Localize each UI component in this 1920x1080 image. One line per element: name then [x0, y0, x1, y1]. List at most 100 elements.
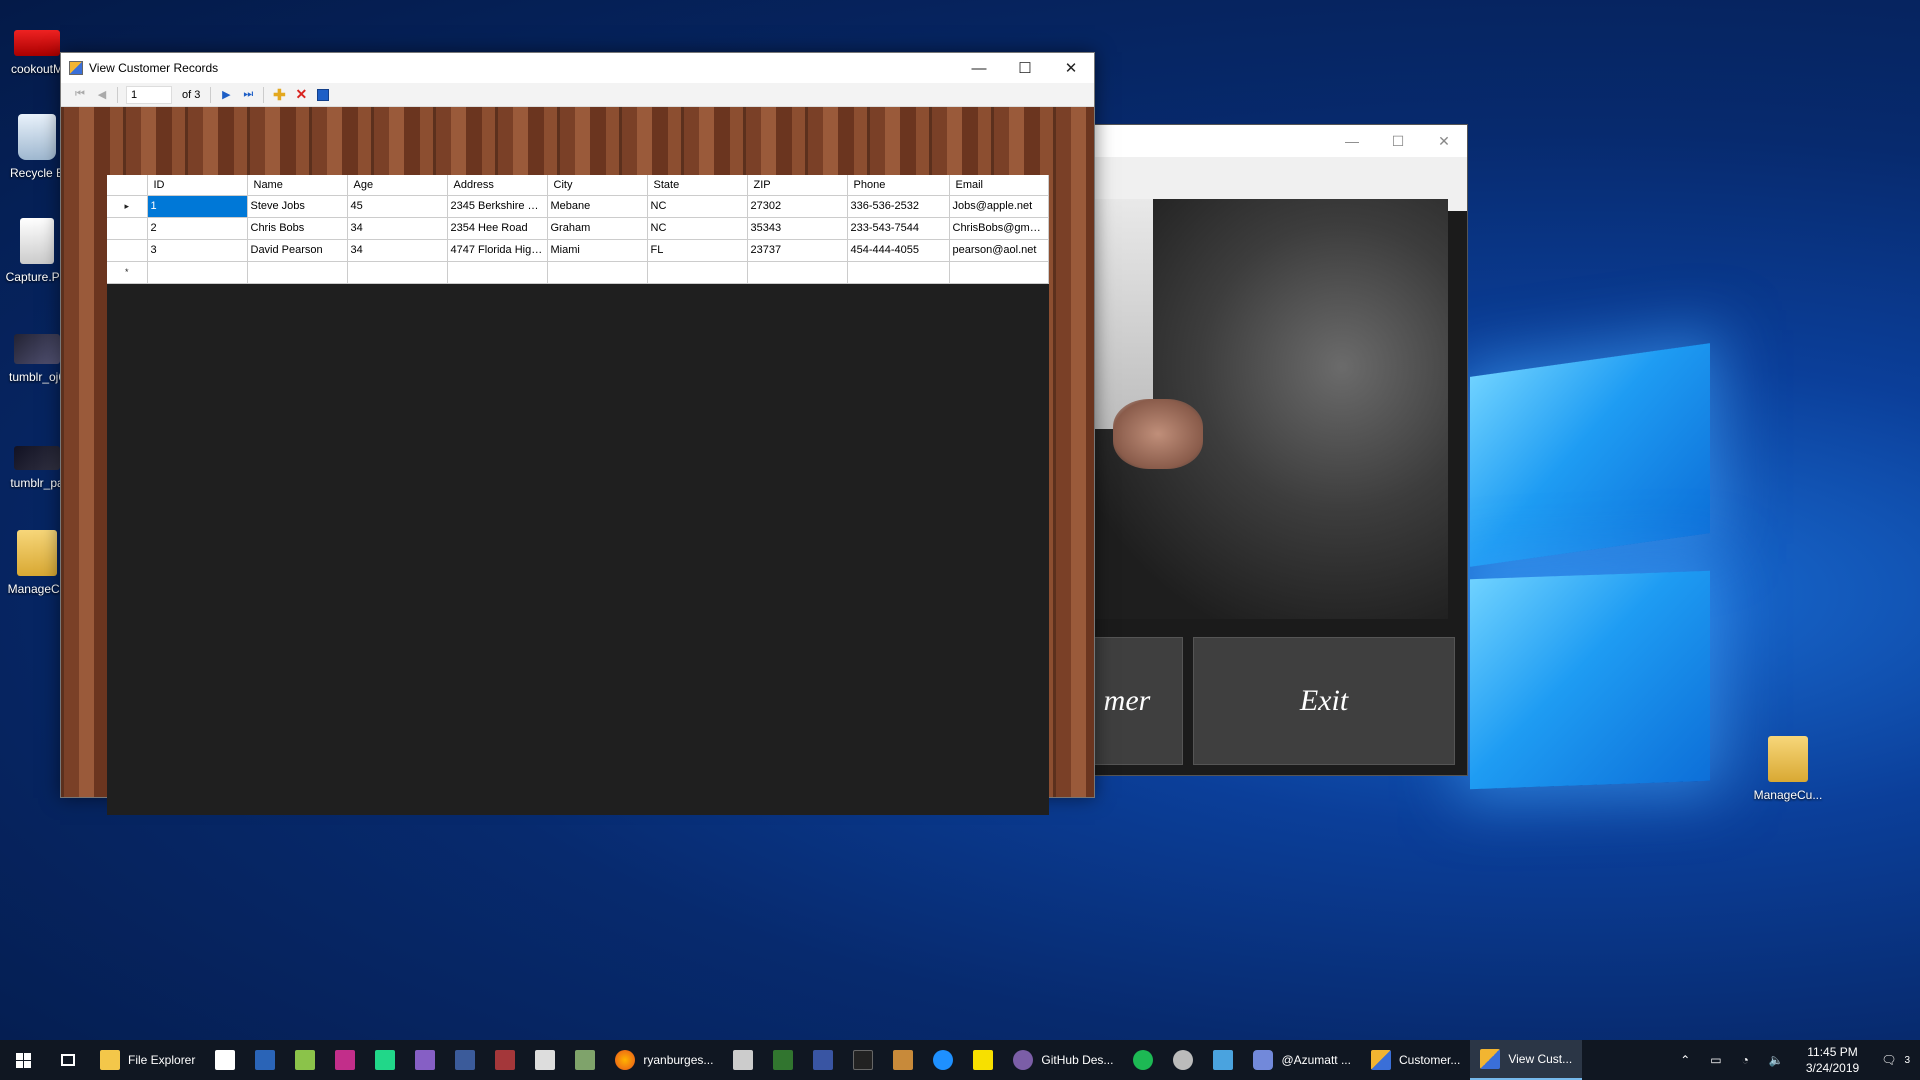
cell-age[interactable]: 34: [347, 217, 448, 240]
taskbar-calculator[interactable]: [723, 1040, 763, 1080]
taskbar-spotify[interactable]: [1123, 1040, 1163, 1080]
taskbar-terminal[interactable]: [843, 1040, 883, 1080]
window-titlebar[interactable]: View Customer Records — ☐ ✕: [61, 53, 1094, 83]
column-header-address[interactable]: Address: [447, 175, 548, 196]
taskbar-app-tool[interactable]: [883, 1040, 923, 1080]
desktop-icon-managecustomer-right[interactable]: ManageCu...: [1748, 736, 1828, 802]
cell-phone[interactable]: [847, 261, 950, 284]
cell-city[interactable]: Graham: [547, 217, 648, 240]
cell-email[interactable]: ChrisBobs@gmail...: [949, 217, 1049, 240]
minimize-button[interactable]: —: [1329, 125, 1375, 157]
cell-name[interactable]: David Pearson: [247, 239, 348, 262]
column-header-age[interactable]: Age: [347, 175, 448, 196]
cell-city[interactable]: Mebane: [547, 195, 648, 218]
row-header-corner[interactable]: [107, 175, 148, 196]
show-hidden-icons[interactable]: ⌃: [1670, 1040, 1700, 1080]
cell-name[interactable]: Steve Jobs: [247, 195, 348, 218]
cell-zip[interactable]: 23737: [747, 239, 848, 262]
wifi-icon[interactable]: ◔: [1732, 1040, 1759, 1080]
cell-state[interactable]: NC: [647, 195, 748, 218]
add-new-icon[interactable]: ✚: [268, 85, 290, 105]
taskbar-customer-app[interactable]: Customer...: [1361, 1040, 1470, 1080]
new-row-marker[interactable]: *: [107, 261, 148, 284]
taskbar-firefox[interactable]: ryanburges...: [605, 1040, 723, 1080]
cell-email[interactable]: [949, 261, 1049, 284]
cell-age[interactable]: [347, 261, 448, 284]
cell-city[interactable]: Miami: [547, 239, 648, 262]
cell-address[interactable]: [447, 261, 548, 284]
cell-age[interactable]: 45: [347, 195, 448, 218]
taskbar-remote-desktop[interactable]: [1203, 1040, 1243, 1080]
table-row[interactable]: 3 David Pearson 34 4747 Florida High... …: [107, 239, 1049, 262]
taskbar-photos[interactable]: [565, 1040, 605, 1080]
taskbar-sticky-notes[interactable]: [963, 1040, 1003, 1080]
cell-state[interactable]: FL: [647, 239, 748, 262]
move-previous-icon[interactable]: ◀: [91, 85, 113, 105]
column-header-state[interactable]: State: [647, 175, 748, 196]
column-header-city[interactable]: City: [547, 175, 648, 196]
taskbar-powershell[interactable]: [245, 1040, 285, 1080]
cell-id[interactable]: [147, 261, 248, 284]
volume-icon[interactable]: 🔈: [1759, 1040, 1794, 1080]
cell-id[interactable]: 2: [147, 217, 248, 240]
close-button[interactable]: ✕: [1421, 125, 1467, 157]
new-row[interactable]: *: [107, 261, 1049, 284]
cell-id[interactable]: 1: [147, 195, 248, 218]
clock[interactable]: 11:45 PM 3/24/2019: [1794, 1044, 1871, 1076]
column-header-id[interactable]: ID: [147, 175, 248, 196]
taskbar-mail[interactable]: [205, 1040, 245, 1080]
customer-datagrid[interactable]: ID Name Age Address City State ZIP Phone…: [107, 175, 1049, 815]
minimize-button[interactable]: —: [956, 53, 1002, 83]
cell-state[interactable]: NC: [647, 217, 748, 240]
move-last-icon[interactable]: ⏭: [237, 85, 259, 105]
cell-address[interactable]: 4747 Florida High...: [447, 239, 548, 262]
column-header-zip[interactable]: ZIP: [747, 175, 848, 196]
maximize-button[interactable]: ☐: [1002, 53, 1048, 83]
taskbar-settings[interactable]: [1163, 1040, 1203, 1080]
cell-name[interactable]: Chris Bobs: [247, 217, 348, 240]
task-view-button[interactable]: [46, 1040, 90, 1080]
table-row[interactable]: 2 Chris Bobs 34 2354 Hee Road Graham NC …: [107, 217, 1049, 240]
cell-id[interactable]: 3: [147, 239, 248, 262]
row-header[interactable]: [107, 239, 148, 262]
table-row[interactable]: ▸ 1 Steve Jobs 45 2345 Berkshire R... Me…: [107, 195, 1049, 218]
taskbar-notepad[interactable]: [285, 1040, 325, 1080]
delete-icon[interactable]: ✕: [290, 85, 312, 105]
cell-zip[interactable]: 27302: [747, 195, 848, 218]
taskbar-file-explorer[interactable]: File Explorer: [90, 1040, 205, 1080]
taskbar-visual-studio[interactable]: [405, 1040, 445, 1080]
cell-zip[interactable]: 35343: [747, 217, 848, 240]
cell-email[interactable]: Jobs@apple.net: [949, 195, 1049, 218]
back-window-titlebar[interactable]: — ☐ ✕: [1071, 125, 1467, 157]
taskbar-discord[interactable]: @Azumatt ...: [1243, 1040, 1361, 1080]
column-header-phone[interactable]: Phone: [847, 175, 950, 196]
cell-phone[interactable]: 454-444-4055: [847, 239, 950, 262]
notifications-button[interactable]: 🗨 3: [1871, 1040, 1920, 1080]
taskbar-github-desktop[interactable]: GitHub Des...: [1003, 1040, 1123, 1080]
cell-phone[interactable]: 233-543-7544: [847, 217, 950, 240]
taskbar-edge[interactable]: [923, 1040, 963, 1080]
cell-state[interactable]: [647, 261, 748, 284]
battery-icon[interactable]: ▭: [1700, 1040, 1731, 1080]
taskbar-sql-management[interactable]: [445, 1040, 485, 1080]
taskbar-intellij[interactable]: [325, 1040, 365, 1080]
row-header-current[interactable]: ▸: [107, 195, 148, 218]
move-first-icon[interactable]: ⏮: [69, 85, 91, 105]
cell-city[interactable]: [547, 261, 648, 284]
manage-customer-window[interactable]: — ☐ ✕ mer Exit: [1070, 124, 1468, 776]
taskbar-pycharm[interactable]: [365, 1040, 405, 1080]
cell-phone[interactable]: 336-536-2532: [847, 195, 950, 218]
taskbar-view-customer[interactable]: View Cust...: [1470, 1040, 1583, 1080]
taskbar-project[interactable]: [763, 1040, 803, 1080]
taskbar-access[interactable]: [485, 1040, 525, 1080]
cell-address[interactable]: 2354 Hee Road: [447, 217, 548, 240]
cell-zip[interactable]: [747, 261, 848, 284]
exit-button[interactable]: Exit: [1193, 637, 1455, 765]
start-button[interactable]: [0, 1040, 46, 1080]
position-input[interactable]: 1: [126, 85, 172, 104]
cell-address[interactable]: 2345 Berkshire R...: [447, 195, 548, 218]
column-header-name[interactable]: Name: [247, 175, 348, 196]
column-header-email[interactable]: Email: [949, 175, 1049, 196]
taskbar-visio[interactable]: [803, 1040, 843, 1080]
move-next-icon[interactable]: ▶: [215, 85, 237, 105]
